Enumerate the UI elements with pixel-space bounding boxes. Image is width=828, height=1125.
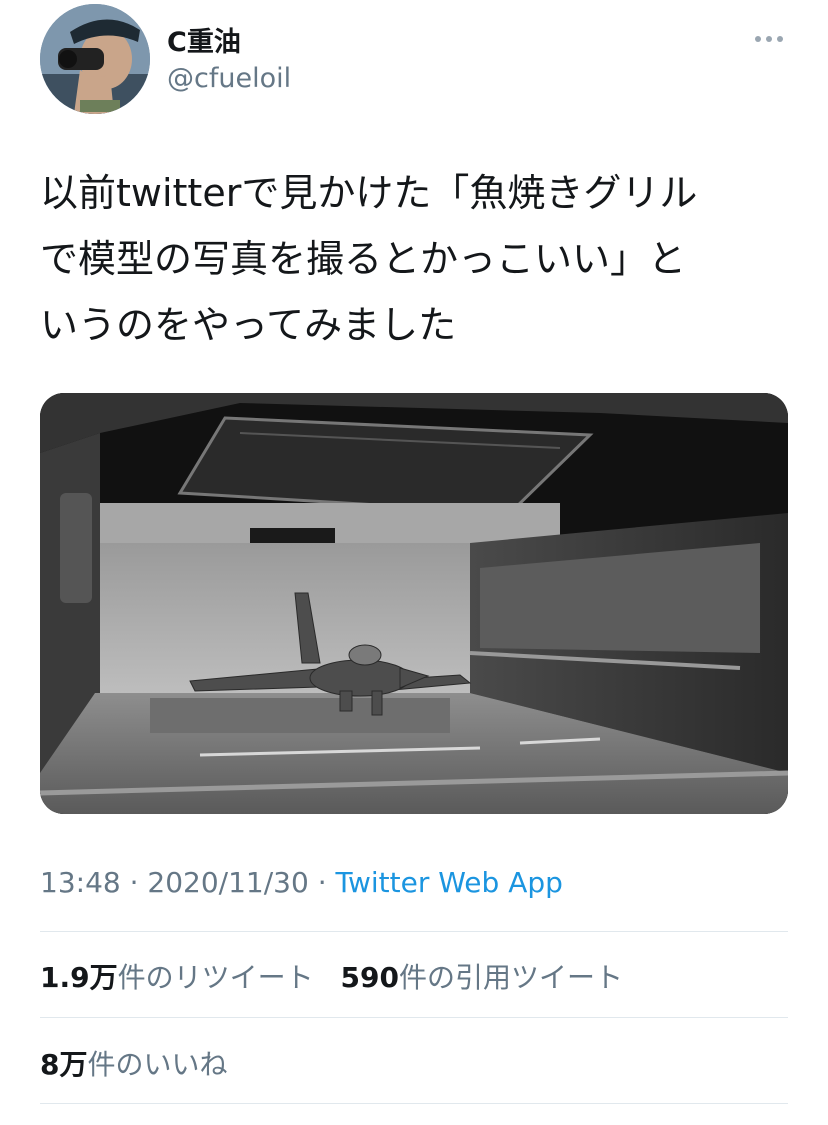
quotes-count: 590 — [340, 961, 399, 994]
likes-stat[interactable]: 8万件のいいね — [40, 1048, 228, 1081]
divider — [40, 1017, 788, 1018]
tweet-text-line: 以前twitterで見かけた「魚焼きグリル — [40, 171, 698, 215]
meta-separator: · — [308, 866, 336, 899]
divider — [40, 931, 788, 932]
tweet-text-line: で模型の写真を撮るとかっこいい」と — [40, 237, 687, 281]
photo-model-jet-in-fish-grill-icon — [40, 393, 788, 814]
tweet-source-link[interactable]: Twitter Web App — [336, 866, 563, 899]
retweets-stat[interactable]: 1.9万件のリツイート — [40, 961, 314, 994]
avatar-photo-icon — [40, 4, 150, 114]
likes-count: 8万 — [40, 1048, 88, 1081]
more-dots-icon — [755, 36, 783, 42]
engagement-row: 1.9万件のリツイート 590件の引用ツイート — [40, 956, 641, 996]
tweet-text-line: いうのをやってみました — [40, 303, 457, 347]
likes-row: 8万件のいいね — [40, 1043, 246, 1083]
avatar[interactable] — [40, 4, 150, 114]
retweets-label: 件のリツイート — [117, 961, 314, 994]
meta-separator: · — [120, 866, 148, 899]
author-handle[interactable]: @cfueloil — [167, 63, 291, 94]
likes-label: 件のいいね — [87, 1048, 228, 1081]
retweets-count: 1.9万 — [40, 961, 118, 994]
quotes-label: 件の引用ツイート — [398, 961, 623, 994]
tweet-time[interactable]: 13:48 — [40, 866, 121, 899]
tweet-date[interactable]: 2020/11/30 — [147, 866, 308, 899]
tweet-meta: 13:48 · 2020/11/30 · Twitter Web App — [40, 866, 563, 899]
divider — [40, 1103, 788, 1104]
author-display-name[interactable]: C重油 — [167, 20, 241, 59]
more-options-button[interactable] — [748, 25, 790, 53]
tweet-photo[interactable] — [40, 393, 788, 814]
tweet-detail: C重油 @cfueloil 以前twitterで見かけた「魚焼きグリル で模型の… — [0, 0, 828, 1125]
tweet-text: 以前twitterで見かけた「魚焼きグリル で模型の写真を撮るとかっこいい」と … — [40, 160, 790, 358]
quotes-stat[interactable]: 590件の引用ツイート — [341, 961, 623, 994]
